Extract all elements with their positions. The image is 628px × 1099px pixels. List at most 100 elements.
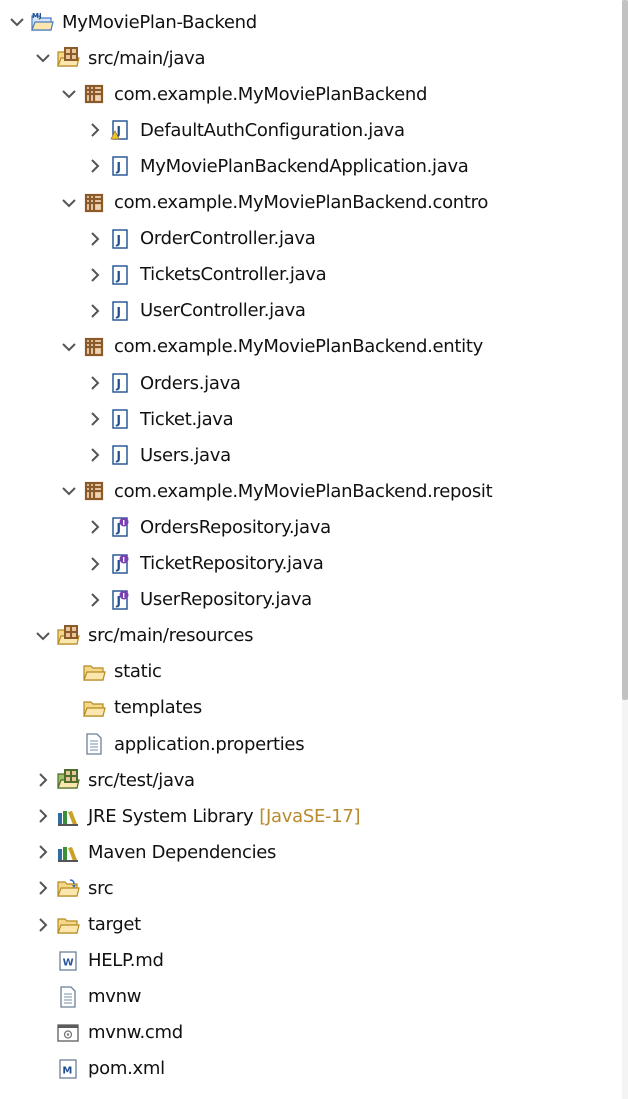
tree-item-userrepository-java[interactable]: J I UserRepository.java xyxy=(0,582,622,618)
tree-item-label: src xyxy=(88,877,114,899)
tree-item-mymovieplan-backend[interactable]: M J MyMoviePlan-Backend xyxy=(0,4,622,40)
folder-icon xyxy=(82,696,106,720)
chevron-down-icon[interactable] xyxy=(58,76,80,112)
tree-item-label: application.properties xyxy=(114,733,305,755)
chevron-down-icon[interactable] xyxy=(58,185,80,221)
test-source-folder-icon xyxy=(56,768,80,792)
chevron-right-icon[interactable] xyxy=(84,509,106,545)
chevron-right-icon[interactable] xyxy=(32,762,54,798)
chevron-right-icon[interactable] xyxy=(84,257,106,293)
tree-item-com-example-mymovieplanbackend-reposit[interactable]: com.example.MyMoviePlanBackend.reposit xyxy=(0,473,622,509)
chevron-down-icon[interactable] xyxy=(32,618,54,654)
tree-item-application-properties[interactable]: application.properties xyxy=(0,726,622,762)
chevron-right-icon[interactable] xyxy=(32,870,54,906)
tree-item-ticket-java[interactable]: J Ticket.java xyxy=(0,401,622,437)
package-icon xyxy=(82,335,106,359)
tree-item-static[interactable]: static xyxy=(0,654,622,690)
svg-text:I: I xyxy=(122,556,125,564)
tree-item-mymovieplanbackendapplication-java[interactable]: J MyMoviePlanBackendApplication.java xyxy=(0,148,622,184)
tree-item-mvnw-cmd[interactable]: mvnw.cmd xyxy=(0,1015,622,1051)
tree-item-src-main-resources[interactable]: src/main/resources xyxy=(0,618,622,654)
vertical-scrollbar[interactable] xyxy=(622,0,628,1099)
word-file-icon: W xyxy=(56,949,80,973)
svg-text:M: M xyxy=(32,12,39,20)
tree-item-label: Maven Dependencies xyxy=(88,841,277,863)
tree-item-templates[interactable]: templates xyxy=(0,690,622,726)
folder-icon xyxy=(56,913,80,937)
text-file-icon xyxy=(56,985,80,1009)
chevron-right-icon[interactable] xyxy=(84,401,106,437)
package-icon xyxy=(82,191,106,215)
tree-item-src-main-java[interactable]: src/main/java xyxy=(0,40,622,76)
package-icon xyxy=(82,479,106,503)
svg-text:J: J xyxy=(38,12,42,20)
tree-item-users-java[interactable]: J Users.java xyxy=(0,437,622,473)
tree-item-com-example-mymovieplanbackend-contro[interactable]: com.example.MyMoviePlanBackend.contro xyxy=(0,185,622,221)
chevron-right-icon[interactable] xyxy=(84,221,106,257)
tree-item-label: com.example.MyMoviePlanBackend.contro xyxy=(114,192,489,213)
tree-item-defaultauthconfiguration-java[interactable]: J DefaultAuthConfiguration.java xyxy=(0,112,622,148)
chevron-right-icon[interactable] xyxy=(32,834,54,870)
java-file-icon: J xyxy=(108,407,132,431)
tree-item-com-example-mymovieplanbackend-entity[interactable]: com.example.MyMoviePlanBackend.entity xyxy=(0,329,622,365)
chevron-down-icon[interactable] xyxy=(58,473,80,509)
source-folder-icon xyxy=(56,46,80,70)
svg-text:J: J xyxy=(116,233,121,247)
tree-item-usercontroller-java[interactable]: J UserController.java xyxy=(0,293,622,329)
tree-item-jre-system-library[interactable]: JRE System Library [JavaSE-17] xyxy=(0,798,622,834)
svg-text:W: W xyxy=(63,957,74,968)
svg-text:M: M xyxy=(62,1065,72,1076)
java-interface-icon: JI xyxy=(108,552,132,576)
tree-item-orders-java[interactable]: J Orders.java xyxy=(0,365,622,401)
tree-item-label: TicketRepository.java xyxy=(140,553,324,574)
tree-item-pom-xml[interactable]: Mpom.xml xyxy=(0,1051,622,1087)
tree-item-label: mvnw.cmd xyxy=(88,1022,183,1044)
chevron-right-icon[interactable] xyxy=(32,907,54,943)
maven-pom-icon: M xyxy=(56,1057,80,1081)
tree-item-ticketrepository-java[interactable]: J I TicketRepository.java xyxy=(0,546,622,582)
chevron-right-icon[interactable] xyxy=(84,582,106,618)
tree-item-ordersrepository-java[interactable]: J I OrdersRepository.java xyxy=(0,509,622,545)
tree-item-mvnw[interactable]: mvnw xyxy=(0,979,622,1015)
scrollbar-thumb[interactable] xyxy=(622,0,628,700)
tree-item-help-md[interactable]: W HELP.md xyxy=(0,943,622,979)
chevron-right-icon[interactable] xyxy=(84,365,106,401)
tree-item-label: Users.java xyxy=(140,444,231,466)
tree-item-label: target xyxy=(88,914,141,935)
java-file-icon: J xyxy=(108,154,132,178)
chevron-right-icon[interactable] xyxy=(84,148,106,184)
chevron-down-icon[interactable] xyxy=(6,4,28,40)
library-icon xyxy=(56,804,80,828)
svg-text:I: I xyxy=(122,519,125,527)
chevron-right-icon[interactable] xyxy=(84,293,106,329)
java-file-icon: J xyxy=(108,263,132,287)
tree-item-label: com.example.MyMoviePlanBackend.entity xyxy=(114,336,483,358)
tree-item-src[interactable]: src xyxy=(0,870,622,906)
java-file-icon: J xyxy=(108,443,132,467)
svg-text:I: I xyxy=(122,592,125,600)
src-folder-icon xyxy=(56,876,80,900)
tree-item-target[interactable]: target xyxy=(0,907,622,943)
chevron-right-icon[interactable] xyxy=(84,437,106,473)
chevron-right-icon[interactable] xyxy=(84,546,106,582)
tree-item-label: com.example.MyMoviePlanBackend xyxy=(114,83,428,105)
package-icon xyxy=(82,82,106,106)
svg-text:J: J xyxy=(116,377,121,391)
java-file-warning-icon: J xyxy=(108,118,132,142)
tree-item-label: TicketsController.java xyxy=(140,264,327,286)
tree-item-ordercontroller-java[interactable]: J OrderController.java xyxy=(0,221,622,257)
tree-item-label: JRE System Library xyxy=(88,805,254,827)
tree-item-label: static xyxy=(114,661,162,683)
chevron-right-icon[interactable] xyxy=(84,112,106,148)
tree-item-ticketscontroller-java[interactable]: J TicketsController.java xyxy=(0,257,622,293)
svg-text:J: J xyxy=(116,449,121,463)
tree-item-com-example-mymovieplanbackend[interactable]: com.example.MyMoviePlanBackend xyxy=(0,76,622,112)
tree-item-label: com.example.MyMoviePlanBackend.reposit xyxy=(114,480,493,502)
chevron-right-icon[interactable] xyxy=(32,798,54,834)
tree-item-maven-dependencies[interactable]: Maven Dependencies xyxy=(0,834,622,870)
tree-item-label: DefaultAuthConfiguration.java xyxy=(140,119,405,141)
tree-item-label: OrderController.java xyxy=(140,228,316,250)
chevron-down-icon[interactable] xyxy=(32,40,54,76)
tree-item-src-test-java[interactable]: src/test/java xyxy=(0,762,622,798)
chevron-down-icon[interactable] xyxy=(58,329,80,365)
